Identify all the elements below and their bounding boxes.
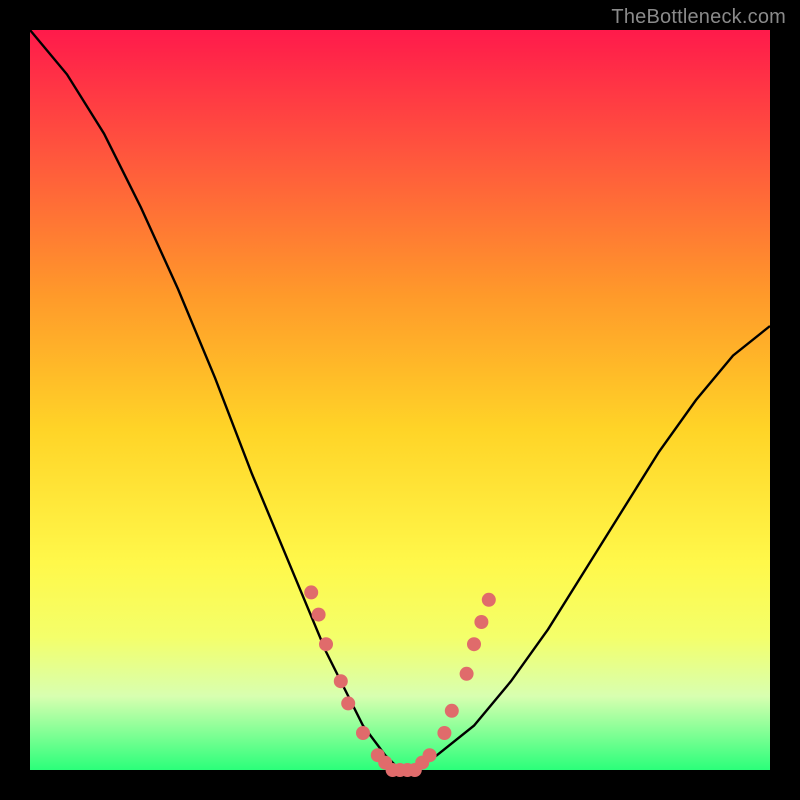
curve-marker — [356, 726, 370, 740]
bottleneck-curve-path — [30, 30, 770, 770]
curve-marker — [341, 696, 355, 710]
curve-marker — [319, 637, 333, 651]
curve-marker — [460, 667, 474, 681]
curve-marker — [437, 726, 451, 740]
curve-marker — [474, 615, 488, 629]
watermark-text: TheBottleneck.com — [611, 6, 786, 29]
curve-marker — [312, 608, 326, 622]
curve-marker — [334, 674, 348, 688]
curve-marker — [423, 748, 437, 762]
chart-plot-area — [30, 30, 770, 770]
curve-marker — [445, 704, 459, 718]
curve-marker — [304, 585, 318, 599]
curve-marker — [482, 593, 496, 607]
bottleneck-curve-svg — [30, 30, 770, 770]
curve-marker — [467, 637, 481, 651]
curve-markers — [304, 585, 496, 777]
